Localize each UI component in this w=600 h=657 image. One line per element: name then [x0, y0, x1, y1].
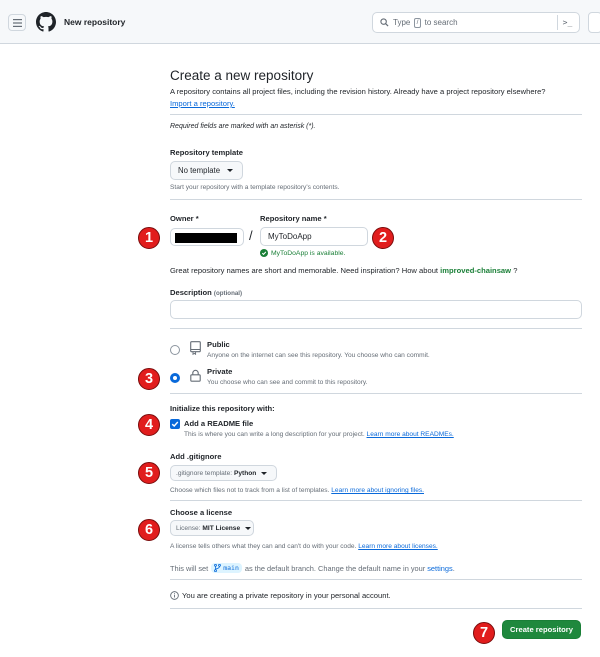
github-logo-icon[interactable]: [36, 12, 56, 32]
settings-link[interactable]: settings: [427, 564, 452, 573]
owner-repo-separator: /: [249, 228, 253, 243]
divider: [170, 579, 582, 580]
annotation-badge-5: 5: [138, 462, 160, 484]
menu-button[interactable]: [8, 14, 26, 31]
license-learn-more-link[interactable]: Learn more about licenses.: [358, 543, 438, 550]
hamburger-icon: [12, 18, 22, 27]
suggested-name[interactable]: improved-chainsaw: [440, 266, 511, 275]
create-repository-button[interactable]: Create repository: [502, 620, 581, 639]
description-input[interactable]: [170, 300, 582, 319]
gitignore-learn-more-link[interactable]: Learn more about ignoring files.: [331, 487, 424, 494]
gitignore-label: Add .gitignore: [170, 452, 222, 461]
create-new-button[interactable]: [588, 12, 600, 33]
branch-name-badge: main: [211, 563, 242, 573]
default-branch-text: This will set main as the default branch…: [170, 563, 455, 573]
gitignore-note: Choose which files not to track from a l…: [170, 487, 424, 494]
search-icon: [380, 18, 389, 27]
git-branch-icon: [214, 564, 222, 572]
search-input[interactable]: Type / to search >_: [372, 12, 580, 33]
form-subtitle: A repository contains all project files,…: [170, 87, 546, 96]
annotation-badge-6: 6: [138, 519, 160, 541]
search-shortcut-key: /: [413, 18, 422, 28]
public-radio[interactable]: [170, 345, 180, 355]
public-note: Anyone on the internet can see this repo…: [207, 352, 430, 359]
annotation-badge-7: 7: [473, 622, 495, 644]
annotation-badge-2: 2: [372, 227, 394, 249]
annotation-badge-3: 3: [138, 368, 160, 390]
repo-public-icon: [190, 341, 201, 355]
init-heading: Initialize this repository with:: [170, 404, 275, 413]
info-icon: [170, 591, 179, 600]
import-repository-link[interactable]: Import a repository.: [170, 99, 235, 108]
search-placeholder: Type / to search: [393, 18, 458, 28]
chevron-down-icon: [227, 169, 234, 172]
template-note: Start your repository with a template re…: [170, 184, 340, 191]
repo-name-input[interactable]: MyToDoApp: [260, 227, 368, 246]
annotation-badge-4: 4: [138, 414, 160, 436]
divider: [170, 500, 582, 501]
check-circle-icon: [260, 249, 268, 257]
license-label: Choose a license: [170, 508, 233, 517]
divider: [170, 199, 582, 200]
redacted-owner: [175, 233, 237, 243]
lock-icon: [190, 369, 201, 382]
description-label: Description (optional): [170, 288, 243, 297]
checkmark-icon: [171, 421, 179, 427]
annotation-badge-1: 1: [138, 227, 160, 249]
public-label: Public: [207, 340, 230, 349]
license-note: A license tells others what they can and…: [170, 543, 438, 550]
divider: [170, 393, 582, 394]
template-label: Repository template: [170, 148, 244, 157]
info-message: You are creating a private repository in…: [170, 591, 391, 600]
form-title: Create a new repository: [170, 68, 314, 83]
owner-label: Owner *: [170, 214, 199, 223]
readme-learn-more-link[interactable]: Learn more about READMEs.: [367, 431, 454, 438]
template-dropdown[interactable]: No template: [170, 161, 243, 180]
inspiration-text: Great repository names are short and mem…: [170, 266, 518, 275]
chevron-down-icon: [245, 526, 252, 530]
gitignore-dropdown[interactable]: .gitignore template: Python: [170, 465, 277, 481]
availability-message: MyToDoApp is available.: [260, 249, 345, 257]
private-radio[interactable]: [170, 373, 180, 383]
divider: [170, 328, 582, 329]
chevron-down-icon: [261, 471, 268, 475]
page-title: New repository: [64, 17, 126, 27]
repo-name-label: Repository name *: [260, 214, 327, 223]
divider: [170, 114, 582, 115]
divider: [170, 608, 582, 609]
readme-note: This is where you can write a long descr…: [184, 431, 454, 438]
owner-dropdown[interactable]: [170, 228, 244, 246]
readme-checkbox[interactable]: [170, 419, 180, 429]
private-note: You choose who can see and commit to thi…: [207, 379, 368, 386]
license-dropdown[interactable]: License: MIT License: [170, 520, 254, 536]
required-note: Required fields are marked with an aster…: [170, 123, 316, 130]
readme-label: Add a README file: [184, 419, 254, 428]
private-label: Private: [207, 367, 233, 376]
command-palette-icon[interactable]: >_: [557, 15, 577, 30]
